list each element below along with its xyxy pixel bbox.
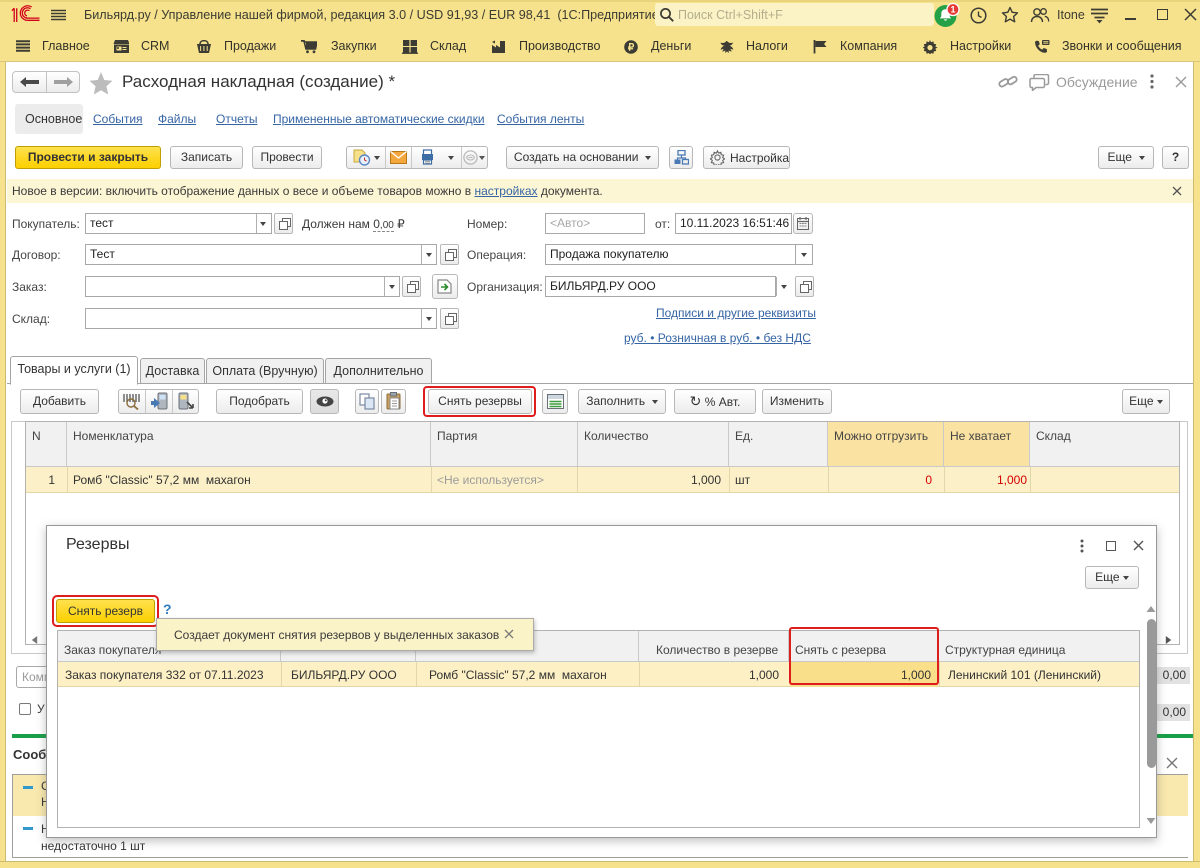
svg-text:₽: ₽ [628, 43, 635, 54]
svg-text:1: 1 [950, 5, 955, 15]
